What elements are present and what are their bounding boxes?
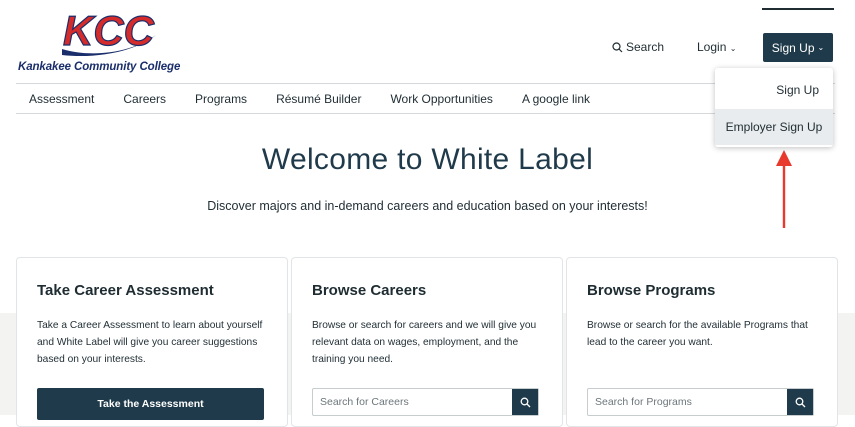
- card-title: Take Career Assessment: [37, 282, 214, 299]
- card-description: Take a Career Assessment to learn about …: [37, 320, 263, 365]
- chevron-down-icon: ⌄: [729, 44, 737, 53]
- card-browse-careers: Browse Careers Browse or search for care…: [291, 257, 563, 427]
- programs-search-box: Search for Programs: [587, 388, 814, 416]
- search-link-label: Search: [626, 40, 665, 54]
- top-accent-line: [762, 8, 834, 10]
- signup-dropdown-button[interactable]: Sign Up ⌄: [763, 33, 833, 62]
- college-logo[interactable]: KCC Kankakee Community College: [18, 5, 188, 75]
- card-career-assessment: Take Career Assessment Take a Career Ass…: [16, 257, 288, 427]
- dropdown-item-sign-up[interactable]: Sign Up: [715, 72, 833, 108]
- header-search-link[interactable]: Search: [612, 40, 664, 54]
- careers-search-input[interactable]: Search for Careers: [313, 389, 512, 415]
- nav-item-programs[interactable]: Programs: [195, 92, 247, 106]
- login-label: Login: [697, 40, 727, 54]
- page-subtitle: Discover majors and in-demand careers an…: [207, 199, 648, 213]
- card-browse-programs: Browse Programs Browse or search for the…: [566, 257, 838, 427]
- card-title: Browse Careers: [312, 282, 427, 299]
- programs-search-input[interactable]: Search for Programs: [588, 389, 787, 415]
- nav-item-assessment[interactable]: Assessment: [29, 92, 94, 106]
- nav-bottom-divider: [16, 113, 835, 114]
- search-icon: [612, 41, 623, 52]
- logo-college-name: Kankakee Community College: [18, 61, 181, 73]
- login-dropdown-toggle[interactable]: Login ⌄: [697, 40, 736, 54]
- card-title: Browse Programs: [587, 282, 716, 299]
- dropdown-item-employer-sign-up[interactable]: Employer Sign Up: [715, 109, 833, 145]
- nav-item-careers[interactable]: Careers: [123, 92, 166, 106]
- signup-label: Sign Up: [771, 40, 815, 55]
- take-assessment-button[interactable]: Take the Assessment: [37, 388, 264, 420]
- nav-item-work-opportunities[interactable]: Work Opportunities: [390, 92, 493, 106]
- chevron-down-icon: ⌄: [817, 43, 825, 52]
- annotation-arrow-icon: [776, 150, 792, 228]
- logo-initials: KCC: [63, 7, 155, 54]
- signup-dropdown-menu: Sign Up Employer Sign Up: [715, 68, 833, 147]
- programs-search-button[interactable]: [787, 389, 813, 415]
- main-nav: Assessment Careers Programs Résumé Build…: [16, 84, 606, 114]
- card-description: Browse or search for the available Progr…: [587, 320, 808, 348]
- nav-item-google-link[interactable]: A google link: [522, 92, 590, 106]
- search-icon: [795, 397, 805, 407]
- page-title: Welcome to White Label: [261, 143, 594, 176]
- nav-item-resume-builder[interactable]: Résumé Builder: [276, 92, 361, 106]
- kcc-logo-mark: KCC: [62, 6, 156, 57]
- careers-search-box: Search for Careers: [312, 388, 539, 416]
- card-description: Browse or search for careers and we will…: [312, 320, 537, 365]
- search-icon: [520, 397, 530, 407]
- careers-search-button[interactable]: [512, 389, 538, 415]
